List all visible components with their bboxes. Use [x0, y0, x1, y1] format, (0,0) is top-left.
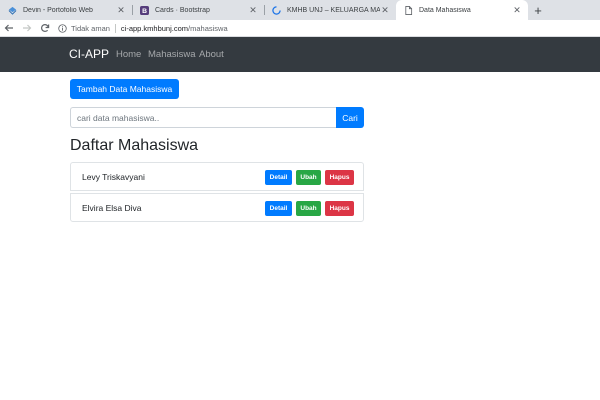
delete-button[interactable]: Hapus — [325, 201, 354, 216]
tab-title: Devin - Portofolio Web — [23, 6, 93, 14]
forward-arrow-icon[interactable] — [18, 20, 36, 37]
reload-icon[interactable] — [36, 20, 54, 37]
detail-button[interactable]: Detail — [265, 201, 292, 216]
list-item: Levy Triskavyani Detail Ubah Hapus — [70, 162, 364, 191]
delete-button[interactable]: Hapus — [325, 170, 354, 185]
browser-tab-strip: Devin - Portofolio Web ✕ B Cards · Boots… — [0, 0, 600, 20]
omnibox-divider — [114, 23, 116, 33]
browser-tab[interactable]: KMHB UNJ – KELUARGA MAHASISWA ✕ — [264, 0, 396, 20]
security-label: Tidak aman — [71, 23, 110, 33]
codepen-icon — [8, 6, 17, 15]
tab-title: KMHB UNJ – KELUARGA MAHASISWA — [287, 6, 380, 14]
nav-link-about[interactable]: About — [199, 49, 224, 60]
browser-tab[interactable]: B Cards · Bootstrap ✕ — [132, 0, 264, 20]
url-host: ci-app.kmhbunj.com — [120, 23, 189, 33]
close-tab-icon[interactable]: ✕ — [248, 5, 258, 16]
browser-tab[interactable]: Devin - Portofolio Web ✕ — [0, 0, 132, 20]
close-tab-icon[interactable]: ✕ — [512, 5, 522, 16]
loading-spinner-icon — [272, 5, 281, 15]
nav-link-home[interactable]: Home — [116, 49, 141, 60]
edit-button[interactable]: Ubah — [296, 201, 321, 216]
page-title: Daftar Mahasiswa — [70, 137, 199, 154]
url-path: /mahasiswa — [188, 23, 228, 33]
svg-text:B: B — [142, 8, 147, 15]
tab-title: Data Mahasiswa — [419, 6, 471, 14]
close-tab-icon[interactable]: ✕ — [116, 5, 126, 16]
app-navbar: CI-APP Home Mahasiswa About — [0, 37, 600, 72]
new-tab-button[interactable]: + — [528, 0, 548, 20]
list-item: Elvira Elsa Diva Detail Ubah Hapus — [70, 193, 364, 222]
address-bar-row: Tidak aman ci-app.kmhbunj.com/mahasiswa — [0, 20, 600, 37]
close-tab-icon[interactable]: ✕ — [380, 5, 390, 16]
add-student-button[interactable]: Tambah Data Mahasiswa — [70, 79, 179, 99]
student-name: Elvira Elsa Diva — [82, 203, 142, 213]
tab-title: Cards · Bootstrap — [155, 6, 210, 14]
back-arrow-icon[interactable] — [0, 20, 18, 37]
student-name: Levy Triskavyani — [82, 172, 145, 182]
omnibox[interactable]: Tidak aman ci-app.kmhbunj.com/mahasiswa — [58, 20, 228, 37]
document-icon — [404, 5, 413, 15]
detail-button[interactable]: Detail — [265, 170, 292, 185]
search-button[interactable]: Cari — [336, 107, 364, 128]
edit-button[interactable]: Ubah — [296, 170, 321, 185]
info-icon[interactable] — [58, 23, 67, 33]
bootstrap-icon: B — [140, 5, 149, 15]
browser-tab-active[interactable]: Data Mahasiswa ✕ — [396, 0, 528, 20]
nav-link-mahasiswa[interactable]: Mahasiswa — [148, 49, 196, 60]
search-input[interactable] — [70, 107, 336, 128]
navbar-brand[interactable]: CI-APP — [69, 47, 109, 61]
